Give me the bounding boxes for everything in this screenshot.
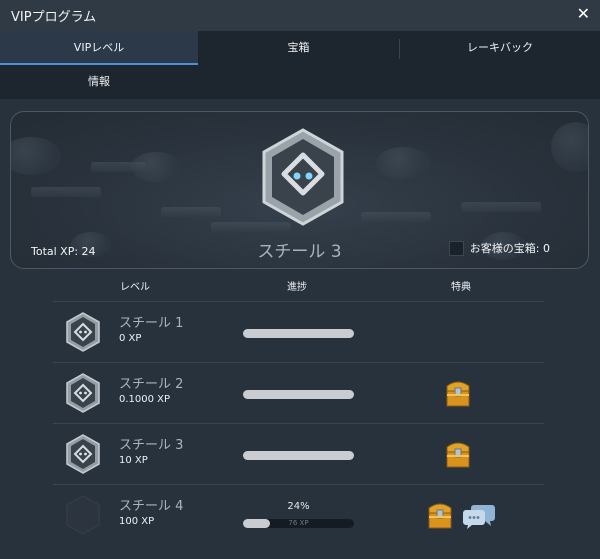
steel-badge-icon xyxy=(66,312,100,352)
table-row: スチール 3 10 XP xyxy=(53,423,544,485)
progress-bar xyxy=(243,390,354,399)
tab-bar: VIPレベル 宝箱 レーキバック 情報 xyxy=(0,31,600,99)
bar-decoration xyxy=(161,207,221,217)
progress-remaining: 76 XP xyxy=(288,519,309,527)
locked-badge-icon xyxy=(66,495,100,535)
progress-percent: 24% xyxy=(287,501,310,512)
current-level-panel: Total XP: 24 スチール 3 お客様の宝箱: 0 xyxy=(10,111,589,269)
coin-decoration xyxy=(376,147,431,179)
title-bar: VIPプログラム ✕ xyxy=(0,0,600,31)
progress-bar xyxy=(243,451,354,460)
chat-icon[interactable] xyxy=(462,502,496,530)
level-name: スチール 4 xyxy=(119,499,184,514)
header-level: レベル xyxy=(120,282,150,293)
tab-info[interactable]: 情報 xyxy=(0,65,198,99)
level-name: スチール 1 xyxy=(119,316,184,331)
table-row: スチール 1 0 XP xyxy=(53,301,544,363)
level-xp: 0.1000 XP xyxy=(119,394,171,405)
chest-checkbox[interactable] xyxy=(448,240,464,256)
level-xp: 10 XP xyxy=(119,455,148,466)
chest-count: お客様の宝箱: 0 xyxy=(448,240,550,256)
bar-decoration xyxy=(461,202,541,212)
progress-bar xyxy=(243,329,354,338)
bar-decoration xyxy=(31,187,101,197)
header-progress: 進捗 xyxy=(287,282,307,293)
progress-bar: 76 XP xyxy=(243,519,354,528)
tab-rakeback[interactable]: レーキバック xyxy=(400,31,600,65)
tab-chests[interactable]: 宝箱 xyxy=(198,31,399,65)
header-perks: 特典 xyxy=(451,282,471,293)
level-xp: 100 XP xyxy=(119,516,155,527)
table-row: スチール 2 0.1000 XP xyxy=(53,362,544,424)
tab-vip-level[interactable]: VIPレベル xyxy=(0,31,198,65)
table-row: スチール 4 100 XP 24% 76 XP xyxy=(53,484,544,546)
bar-decoration xyxy=(91,162,146,172)
chest-icon[interactable] xyxy=(445,378,471,408)
steel-badge-icon xyxy=(262,128,344,226)
steel-badge-icon xyxy=(66,434,100,474)
chest-icon[interactable] xyxy=(445,439,471,469)
level-xp: 0 XP xyxy=(119,333,142,344)
coin-decoration xyxy=(551,122,588,172)
close-icon[interactable]: ✕ xyxy=(577,4,590,23)
window-title: VIPプログラム xyxy=(11,10,97,25)
coin-decoration xyxy=(11,137,61,175)
chest-count-label: お客様の宝箱: 0 xyxy=(469,242,550,255)
level-name: スチール 2 xyxy=(119,377,184,392)
steel-badge-icon xyxy=(66,373,100,413)
bar-decoration xyxy=(361,212,431,222)
level-name: スチール 3 xyxy=(119,438,184,453)
chest-icon[interactable] xyxy=(427,500,453,530)
